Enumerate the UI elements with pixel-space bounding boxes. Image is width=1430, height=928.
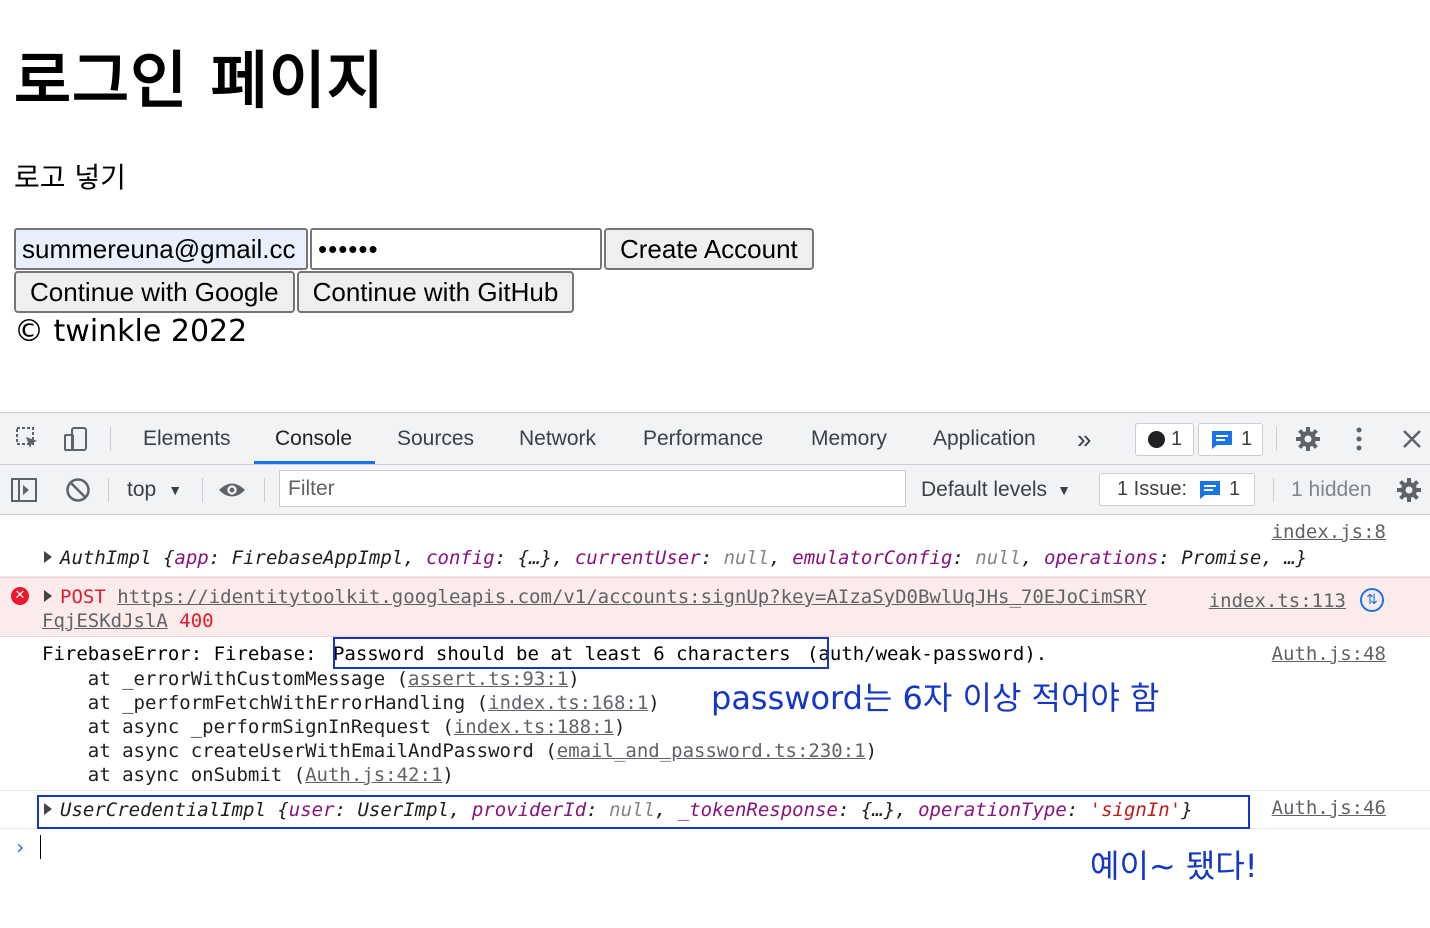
http-method: POST <box>60 586 106 608</box>
issues-count: 1 <box>1241 428 1253 450</box>
stack-frame: at _errorWithCustomMessage (assert.ts:93… <box>42 668 580 690</box>
devtools-tabbar: Elements Console Sources Network Perform… <box>0 413 1430 465</box>
source-link[interactable]: index.ts:113 <box>1209 590 1346 612</box>
post-request-line: POST https://identitytoolkit.googleapis.… <box>44 586 1147 608</box>
request-url[interactable]: https://identitytoolkit.googleapis.com/v… <box>117 586 1147 608</box>
tab-performance[interactable]: Performance <box>643 413 763 465</box>
issues-label: 1 Issue: <box>1117 478 1188 500</box>
close-devtools-icon[interactable] <box>1398 425 1426 453</box>
logo-placeholder: 로고 넣기 <box>14 161 126 194</box>
tab-network[interactable]: Network <box>519 413 596 465</box>
issue-count: 1 <box>1229 478 1241 500</box>
annotation-success-note: 예이~ 됐다! <box>1090 847 1258 885</box>
create-account-button[interactable]: Create Account <box>604 228 814 270</box>
github-login-button[interactable]: Continue with GitHub <box>296 271 575 313</box>
social-login-row: Continue with Google Continue with GitHu… <box>14 271 575 313</box>
google-login-button[interactable]: Continue with Google <box>14 271 295 313</box>
status-code: 400 <box>179 610 214 632</box>
log-levels-dropdown[interactable]: Default levels ▼ <box>921 465 1071 515</box>
message-icon <box>1212 430 1232 449</box>
issues-button[interactable]: 1 Issue: 1 <box>1099 473 1255 506</box>
errors-counter[interactable]: 1 <box>1135 423 1194 456</box>
highlight-box <box>333 637 829 669</box>
console-output: index.js:8 AuthImpl {app: FirebaseAppImp… <box>0 515 1430 928</box>
request-url-continued[interactable]: FqjESKdJslA <box>42 610 168 632</box>
stack-frame: at async _performSignInRequest (index.ts… <box>42 716 626 738</box>
source-link[interactable]: Auth.js:48 <box>1272 643 1386 665</box>
inspect-element-icon[interactable] <box>14 425 42 453</box>
tab-elements[interactable]: Elements <box>143 413 231 465</box>
stack-frame: at async onSubmit (Auth.js:42:1) <box>42 764 454 786</box>
console-settings-icon[interactable] <box>1395 476 1423 504</box>
console-input[interactable] <box>40 835 41 859</box>
context-value: top <box>127 478 157 501</box>
active-tab-indicator <box>254 461 375 464</box>
expand-triangle-icon[interactable] <box>44 590 52 602</box>
expand-triangle-icon[interactable] <box>44 803 52 815</box>
footer: © twinkle 2022 <box>14 314 248 349</box>
more-tabs-button[interactable]: » <box>1077 413 1091 465</box>
tab-application[interactable]: Application <box>933 413 1036 465</box>
sidebar-toggle-icon[interactable] <box>10 476 38 504</box>
tab-memory[interactable]: Memory <box>811 413 887 465</box>
live-expression-eye-icon[interactable] <box>218 476 246 504</box>
clear-console-icon[interactable] <box>64 476 92 504</box>
issue-message-icon <box>1200 480 1221 499</box>
errors-count: 1 <box>1171 428 1183 450</box>
filter-input[interactable]: Filter <box>279 470 906 507</box>
levels-arrow-icon: ▼ <box>1057 482 1071 498</box>
error-icon: ✕ <box>11 587 29 605</box>
dropdown-arrow-icon: ▼ <box>168 482 183 498</box>
settings-gear-icon[interactable] <box>1294 425 1322 453</box>
device-toolbar-icon[interactable] <box>62 425 90 453</box>
console-message-post-error: ✕ POST https://identitytoolkit.googleapi… <box>0 577 1430 637</box>
stack-frame: at _performFetchWithErrorHandling (index… <box>42 692 660 714</box>
annotation-password-note: password는 6자 이상 적어야 함 <box>711 679 1160 717</box>
context-selector[interactable]: top ▼ <box>127 465 182 515</box>
console-message-firebase-error: FirebaseError: Firebase: Password should… <box>0 637 1430 791</box>
expand-triangle-icon[interactable] <box>44 551 52 563</box>
auth-form: summereuna@gmail.cc •••••• Create Accoun… <box>14 228 814 270</box>
source-link[interactable]: index.js:8 <box>1272 521 1386 543</box>
more-options-icon[interactable] <box>1345 425 1373 453</box>
error-dot-icon <box>1148 431 1165 448</box>
page-title: 로그인 페이지 <box>14 44 385 117</box>
network-request-icon[interactable]: ⇅ <box>1360 588 1384 612</box>
console-message-user-credential: UserCredentialImpl {user: UserImpl, prov… <box>0 791 1430 829</box>
authimpl-object[interactable]: AuthImpl {app: FirebaseAppImpl, config: … <box>44 547 1307 569</box>
login-page: 로그인 페이지 로고 넣기 summereuna@gmail.cc ••••••… <box>0 0 1430 412</box>
email-input[interactable]: summereuna@gmail.cc <box>14 228 308 270</box>
log-levels-label: Default levels <box>921 478 1048 501</box>
console-prompt-icon: › <box>14 835 27 859</box>
source-link[interactable]: Auth.js:46 <box>1272 797 1386 819</box>
post-request-line-2: FqjESKdJslA 400 <box>42 610 214 632</box>
devtools-panel: Elements Console Sources Network Perform… <box>0 412 1430 928</box>
console-toolbar: top ▼ Filter Default levels ▼ 1 Issue: 1… <box>0 465 1430 515</box>
user-credential-object[interactable]: UserCredentialImpl {user: UserImpl, prov… <box>44 799 1193 821</box>
hidden-count: 1 hidden <box>1291 478 1372 501</box>
password-input[interactable]: •••••• <box>310 228 602 270</box>
stack-frame: at async createUserWithEmailAndPassword … <box>42 740 878 762</box>
tab-console[interactable]: Console <box>275 413 352 465</box>
issues-counter[interactable]: 1 <box>1198 423 1263 456</box>
console-message-authimpl: index.js:8 AuthImpl {app: FirebaseAppImp… <box>0 515 1430 577</box>
tab-sources[interactable]: Sources <box>397 413 474 465</box>
